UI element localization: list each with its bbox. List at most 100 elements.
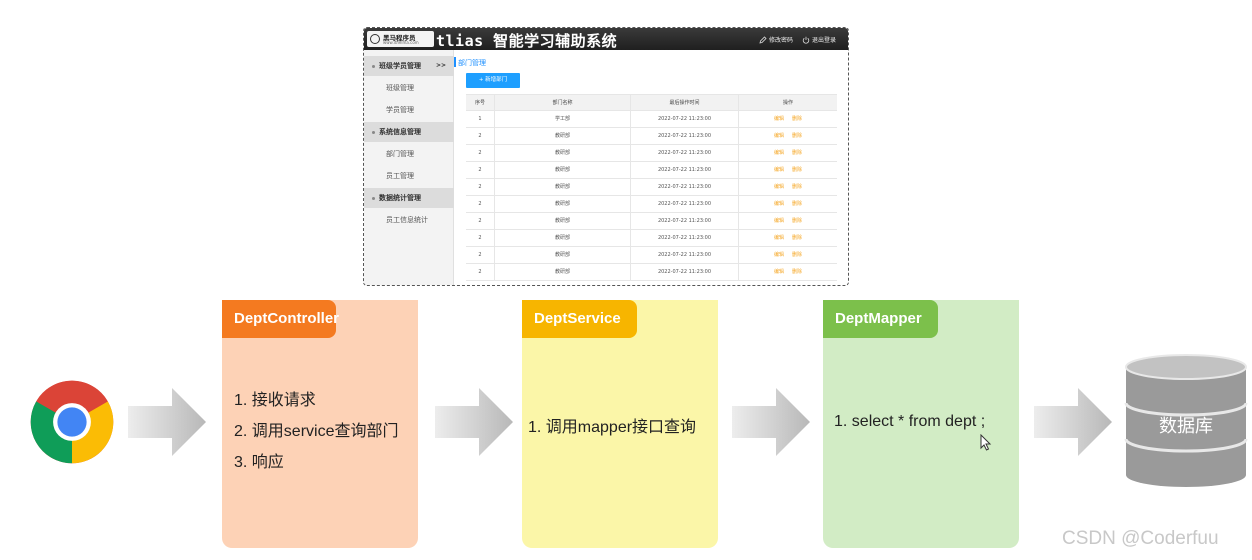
pencil-icon [759,35,767,44]
bullet-icon [372,196,375,200]
sidebar-group-system[interactable]: 系统信息管理 [364,122,454,142]
table-cell: 教研部 [494,264,630,280]
table-row: 1 学工部 2022-07-22 11:23:00 编辑 删除 [466,111,837,128]
table-cell: 教研部 [494,230,630,246]
change-password-label: 修改密码 [769,37,794,44]
sidebar-item-dept[interactable]: 部门管理 [386,149,414,159]
delete-link[interactable]: 删除 [792,133,802,139]
table-cell: 2022-07-22 11:23:00 [630,196,738,212]
delete-link[interactable]: 删除 [792,218,802,224]
edit-link[interactable]: 编辑 [774,133,784,139]
logo-subtext: www.itheima.com [383,40,419,45]
table-row: 2 教研部 2022-07-22 11:23:00 编辑 删除 [466,128,837,145]
watermark: CSDN @Coderfuu [1062,528,1219,549]
arrow-right-icon [128,388,206,456]
delete-link[interactable]: 删除 [792,167,802,173]
edit-link[interactable]: 编辑 [774,116,784,122]
expand-icon[interactable]: >> [436,56,446,76]
table-header: 序号 [474,100,485,106]
table-cell: 教研部 [494,145,630,161]
table-cell: 教研部 [494,128,630,144]
table-cell: 2 [478,218,482,224]
edit-link[interactable]: 编辑 [774,269,784,275]
sidebar-group-stats[interactable]: 数据统计管理 [364,188,454,208]
table-cell: 2022-07-22 11:23:00 [630,145,738,161]
delete-link[interactable]: 删除 [792,235,802,241]
table-cell: 2022-07-22 11:23:00 [630,111,738,127]
service-title: DeptService [522,300,637,338]
table-cell: 2022-07-22 11:23:00 [630,162,738,178]
controller-step: 2. 调用service查询部门 [234,423,399,440]
arrow-right-icon [1034,388,1112,456]
table-cell: 2 [478,235,482,241]
table-actions: 编辑 删除 [738,162,837,178]
table-cell: 教研部 [494,179,630,195]
service-step: 1. 调用mapper接口查询 [528,419,697,436]
mapper-title: DeptMapper [823,300,938,338]
sidebar-item-class[interactable]: 班级管理 [386,83,414,93]
table-row: 2 教研部 2022-07-22 11:23:00 编辑 删除 [466,264,837,281]
edit-link[interactable]: 编辑 [774,252,784,258]
table-header-row: 序号 部门名称 最后操作时间 操作 [466,94,837,111]
sidebar-item-emp-stats[interactable]: 员工信息统计 [386,215,428,225]
table-row: 2 教研部 2022-07-22 11:23:00 编辑 删除 [466,179,837,196]
table-actions: 编辑 删除 [738,230,837,246]
mouse-cursor-icon [980,434,992,451]
mapper-step: 1. select * from dept ; [834,413,986,430]
edit-link[interactable]: 编辑 [774,184,784,190]
logout-label: 退出登录 [812,37,837,44]
sidebar-group-class-student[interactable]: 班级学员管理 >> [364,56,454,76]
add-dept-button[interactable]: + 新增部门 [466,73,520,88]
delete-link[interactable]: 删除 [792,150,802,156]
app-title: tlias 智能学习辅助系统 [436,32,618,50]
delete-link[interactable]: 删除 [792,116,802,122]
delete-link[interactable]: 删除 [792,184,802,190]
table-header: 最后操作时间 [630,95,738,110]
edit-link[interactable]: 编辑 [774,218,784,224]
ui-screenshot: 黑马程序员 www.itheima.com tlias 智能学习辅助系统 修改密… [363,27,849,286]
edit-link[interactable]: 编辑 [774,167,784,173]
logout-button[interactable]: 退出登录 [802,35,836,44]
controller-title: DeptController [222,300,339,338]
change-password-button[interactable]: 修改密码 [759,35,793,44]
table-cell: 2 [478,269,482,275]
sidebar-group-label: 班级学员管理 [379,62,421,70]
dept-table: 序号 部门名称 最后操作时间 操作 1 学工部 2022-07-22 11:23:0… [466,94,837,281]
table-actions: 编辑 删除 [738,128,837,144]
delete-link[interactable]: 删除 [792,269,802,275]
controller-layer-box: DeptController 1. 接收请求 2. 调用service查询部门 … [222,300,418,548]
table-cell: 教研部 [494,196,630,212]
delete-link[interactable]: 删除 [792,201,802,207]
table-row: 2 教研部 2022-07-22 11:23:00 编辑 删除 [466,196,837,213]
sidebar-item-student[interactable]: 学员管理 [386,105,414,115]
main-content: 部门管理 + 新增部门 序号 部门名称 最后操作时间 操作 1 学工部 2022-0… [454,50,848,285]
logo-icon [370,34,380,44]
table-cell: 1 [478,116,482,122]
edit-link[interactable]: 编辑 [774,235,784,241]
breadcrumb-marker [454,57,456,67]
edit-link[interactable]: 编辑 [774,150,784,156]
edit-link[interactable]: 编辑 [774,201,784,207]
power-icon [802,36,810,44]
table-cell: 教研部 [494,247,630,263]
arrow-right-icon [435,388,513,456]
table-cell: 2022-07-22 11:23:00 [630,179,738,195]
delete-link[interactable]: 删除 [792,252,802,258]
bullet-icon [372,64,375,68]
table-cell: 2 [478,201,482,207]
controller-step: 1. 接收请求 [234,392,316,409]
table-cell: 2022-07-22 11:23:00 [630,247,738,263]
table-row: 2 教研部 2022-07-22 11:23:00 编辑 删除 [466,247,837,264]
ui-logo: 黑马程序员 www.itheima.com [367,31,434,47]
table-actions: 编辑 删除 [738,213,837,229]
ui-header: 黑马程序员 www.itheima.com tlias 智能学习辅助系统 修改密… [364,28,848,50]
table-cell: 2 [478,184,482,190]
table-actions: 编辑 删除 [738,264,837,280]
table-header: 部门名称 [494,95,630,110]
table-cell: 教研部 [494,162,630,178]
breadcrumb: 部门管理 [458,59,486,67]
service-layer-box: DeptService 1. 调用mapper接口查询 [522,300,718,548]
sidebar-group-label: 数据统计管理 [379,194,421,202]
sidebar-item-emp[interactable]: 员工管理 [386,171,414,181]
table-actions: 编辑 删除 [738,196,837,212]
